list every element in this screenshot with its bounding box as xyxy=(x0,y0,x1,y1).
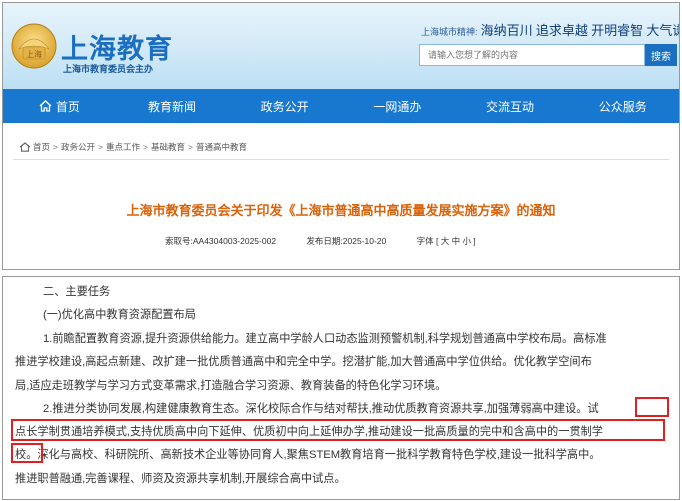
highlight-box xyxy=(11,443,43,463)
breadcrumb-basic-edu[interactable]: 基础教育 xyxy=(151,141,185,153)
city-spirit-text: 海纳百川 追求卓越 开明睿智 大气谦和 xyxy=(480,23,680,38)
breadcrumb-key-work[interactable]: 重点工作 xyxy=(106,141,140,153)
nav-item-news[interactable]: 教育新闻 xyxy=(116,89,229,123)
breadcrumb-separator: > xyxy=(142,142,148,152)
home-icon xyxy=(19,142,31,152)
document-excerpt: 二、主要任务 (一)优化高中教育资源配置布局 1.前瞻配置教育资源,提升资源供给… xyxy=(2,276,680,500)
paragraph-line: 校。深化与高校、科研院所、高新技术企业等协同育人,聚焦STEM教育培育一批科学教… xyxy=(15,449,601,461)
nav-item-label: 首页 xyxy=(55,99,80,114)
highlight-box xyxy=(11,419,665,441)
paragraph-line: 局,适应走班教学与学习方式变革需求,打造融合学习资源、教育装备的特色化学习环境。 xyxy=(15,380,447,392)
city-spirit-label: 上海城市精神: xyxy=(421,27,478,37)
highlight-box xyxy=(635,397,669,417)
search-input[interactable] xyxy=(419,44,645,66)
home-icon xyxy=(39,100,52,112)
site-header: 上海 上海教育 上海市教育委员会主办 上海城市精神: 海纳百川 追求卓越 开明睿… xyxy=(3,3,679,89)
paragraph-line: 推进学校建设,高起点新建、改扩建一批优质普通高中和完全中学。挖潜扩能,加大普通高… xyxy=(15,356,592,368)
breadcrumb: 首页 > 政务公开 > 重点工作 > 基础教育 > 普通高中教育 xyxy=(19,141,247,153)
nav-item-service[interactable]: 公众服务 xyxy=(566,89,679,123)
nav-item-gov[interactable]: 政务公开 xyxy=(228,89,341,123)
website-panel: 上海 上海教育 上海市教育委员会主办 上海城市精神: 海纳百川 追求卓越 开明睿… xyxy=(2,2,680,270)
font-size-control[interactable]: 字体 [ 大 中 小 ] xyxy=(417,236,476,246)
section-heading: 二、主要任务 xyxy=(43,286,111,298)
nav-item-online[interactable]: 一网通办 xyxy=(341,89,454,123)
site-subtitle: 上海市教育委员会主办 xyxy=(63,64,154,74)
nav-item-home[interactable]: 首页 xyxy=(3,89,116,123)
breadcrumb-home[interactable]: 首页 xyxy=(33,141,50,153)
paragraph-line: 2.推进分类协同发展,构建健康教育生态。深化校际合作与结对帮扶,推动优质教育资源… xyxy=(43,403,599,415)
breadcrumb-gov[interactable]: 政务公开 xyxy=(61,141,95,153)
paragraph-line: 推进职普融通,完善课程、师资及资源共享机制,开展综合高中试点。 xyxy=(15,473,346,485)
main-nav: 首页 教育新闻 政务公开 一网通办 交流互动 公众服务 xyxy=(3,89,679,123)
paragraph-line: 1.前瞻配置教育资源,提升资源供给能力。建立高中学龄人口动态监测预警机制,科学规… xyxy=(43,333,607,345)
index-number: 索取号:AA4304003-2025-002 xyxy=(165,236,277,246)
breadcrumb-divider xyxy=(13,159,669,160)
article-meta: 索取号:AA4304003-2025-002 发布日期:2025-10-20 字… xyxy=(165,235,504,247)
breadcrumb-separator: > xyxy=(53,142,58,152)
publish-date: 发布日期:2025-10-20 xyxy=(306,236,387,246)
article-title: 上海市教育委员会关于印发《上海市普通高中高质量发展实施方案》的通知 xyxy=(126,203,556,218)
shanghai-education-logo-icon[interactable]: 上海 xyxy=(11,23,57,69)
nav-item-interact[interactable]: 交流互动 xyxy=(454,89,567,123)
breadcrumb-high-school[interactable]: 普通高中教育 xyxy=(196,141,247,153)
site-title[interactable]: 上海教育 xyxy=(61,27,173,66)
svg-text:上海: 上海 xyxy=(26,49,42,59)
city-spirit-slogan: 上海城市精神: 海纳百川 追求卓越 开明睿智 大气谦和 xyxy=(421,20,680,39)
search-button[interactable]: 搜索 xyxy=(645,44,677,66)
breadcrumb-separator: > xyxy=(187,142,193,152)
breadcrumb-separator: > xyxy=(98,142,103,152)
subsection-heading: (一)优化高中教育资源配置布局 xyxy=(43,309,196,321)
